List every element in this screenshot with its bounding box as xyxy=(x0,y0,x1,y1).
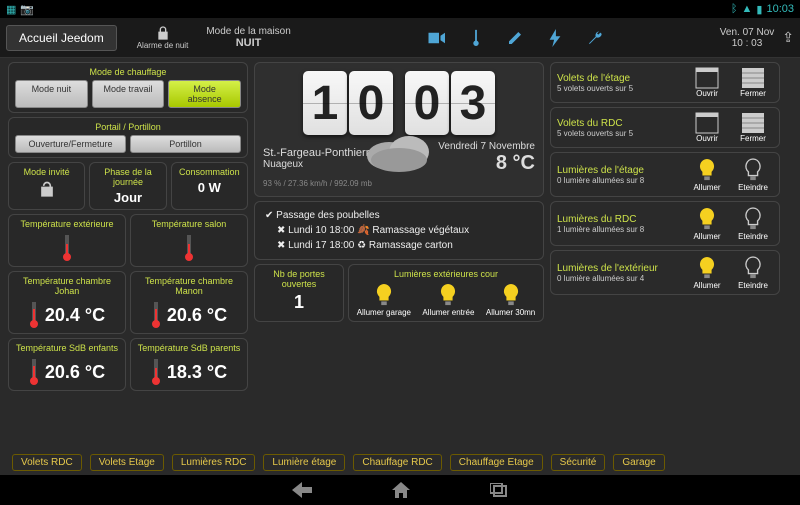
temp-sdb-enfants-box: Température SdB enfants 20.6 °C xyxy=(8,338,126,391)
panel-volets-etage: Volets de l'étage5 volets ouverts sur 5 … xyxy=(550,62,780,103)
lights-on-button[interactable]: Allumer xyxy=(687,206,727,241)
shutter-open-button[interactable]: Ouvrir xyxy=(687,67,727,98)
light-entree-button[interactable]: Allumer entrée xyxy=(422,282,474,317)
tab-volets-rdc[interactable]: Volets RDC xyxy=(12,454,82,471)
temp-manon-box: Température chambre Manon 20.6 °C xyxy=(130,271,248,334)
guest-mode-box[interactable]: Mode invité xyxy=(8,162,85,210)
tab-chauffage-rdc[interactable]: Chauffage RDC xyxy=(353,454,441,471)
recent-icon[interactable] xyxy=(490,483,508,497)
panel-lumieres-ext: Lumières de l'extérieur0 lumière allumée… xyxy=(550,250,780,295)
thermometer-icon xyxy=(62,234,72,262)
thermometer-icon xyxy=(29,358,39,386)
thermometer-icon xyxy=(151,358,161,386)
camera-header-icon[interactable] xyxy=(427,31,445,45)
home-label[interactable]: Accueil Jeedom xyxy=(6,25,117,51)
tab-lumiere-etage[interactable]: Lumière étage xyxy=(263,454,345,471)
light-30mn-button[interactable]: Allumer 30mn xyxy=(486,282,535,317)
tab-chauffage-etage[interactable]: Chauffage Etage xyxy=(450,454,543,471)
wrench-header-icon[interactable] xyxy=(587,30,603,46)
tab-lumieres-rdc[interactable]: Lumières RDC xyxy=(172,454,256,471)
app-header: Accueil Jeedom Alarme de nuit Mode de la… xyxy=(0,18,800,58)
alarm-indicator[interactable]: Alarme de nuit xyxy=(137,25,189,50)
lights-off-button[interactable]: Eteindre xyxy=(733,157,773,192)
lights-on-button[interactable]: Allumer xyxy=(687,157,727,192)
open-doors-box: Nb de portes ouvertes 1 xyxy=(254,264,344,322)
day-phase-box: Phase de la journée Jour xyxy=(89,162,166,210)
status-time: 10:03 xyxy=(766,3,794,15)
panel-lumieres-etage: Lumières de l'étage0 lumière allumées su… xyxy=(550,152,780,197)
heating-away-button[interactable]: Mode absence xyxy=(168,80,241,108)
panel-lumieres-rdc: Lumières du RDC1 lumière allumées sur 8 … xyxy=(550,201,780,246)
thermometer-icon xyxy=(184,234,194,262)
back-icon[interactable] xyxy=(292,482,312,498)
clock-h1: 1 xyxy=(303,71,347,135)
heating-mode-box: Mode de chauffage Mode nuit Mode travail… xyxy=(8,62,248,113)
wifi-icon: ▲ xyxy=(742,3,753,15)
clock-weather-widget: 1 0 0 3 St.-Fargeau-Ponthierry Nuageux V… xyxy=(254,62,544,197)
light-garage-button[interactable]: Allumer garage xyxy=(357,282,411,317)
bottom-tabs: Volets RDC Volets Etage Lumières RDC Lum… xyxy=(0,450,800,475)
share-icon[interactable]: ⇪ xyxy=(782,29,794,46)
heating-night-button[interactable]: Mode nuit xyxy=(15,80,88,108)
temp-johan-box: Température chambre Johan 20.4 °C xyxy=(8,271,126,334)
panel-volets-rdc: Volets du RDC5 volets ouverts sur 5 Ouvr… xyxy=(550,107,780,148)
camera-icon: 📷 xyxy=(20,3,34,16)
notification-icon: ▦ xyxy=(6,3,16,16)
shutter-close-button[interactable]: Fermer xyxy=(733,67,773,98)
android-status-bar: ▦ 📷 ᛒ ▲ ▮ 10:03 xyxy=(0,0,800,18)
header-date: Ven. 07 Nov 10 : 03 xyxy=(720,27,774,49)
cloud-icon xyxy=(359,126,439,176)
house-mode: Mode de la maison NUIT xyxy=(206,26,291,49)
edit-header-icon[interactable] xyxy=(507,30,523,46)
lights-off-button[interactable]: Eteindre xyxy=(733,206,773,241)
bluetooth-icon: ᛒ xyxy=(731,3,738,15)
home-icon[interactable] xyxy=(392,482,410,498)
tab-securite[interactable]: Sécurité xyxy=(551,454,606,471)
thermometer-header-icon[interactable] xyxy=(471,29,481,47)
unlock-icon xyxy=(37,180,57,200)
shutter-close-button[interactable]: Fermer xyxy=(733,112,773,143)
gate-toggle-button[interactable]: Ouverture/Fermeture xyxy=(15,135,126,153)
temp-salon-box: Température salon xyxy=(130,214,248,267)
temp-exterior-box: Température extérieure xyxy=(8,214,126,267)
thermometer-icon xyxy=(29,301,39,329)
unlock-icon xyxy=(155,25,171,41)
portillon-button[interactable]: Portillon xyxy=(130,135,241,153)
battery-icon: ▮ xyxy=(756,3,762,16)
heating-work-button[interactable]: Mode travail xyxy=(92,80,165,108)
bolt-header-icon[interactable] xyxy=(549,29,561,47)
trash-schedule-box: ✔ Passage des poubelles ✖ Lundi 10 18:00… xyxy=(254,201,544,260)
shutter-open-button[interactable]: Ouvrir xyxy=(687,112,727,143)
temp-sdb-parents-box: Température SdB parents 18.3 °C xyxy=(130,338,248,391)
tab-volets-etage[interactable]: Volets Etage xyxy=(90,454,164,471)
lights-on-button[interactable]: Allumer xyxy=(687,255,727,290)
tab-garage[interactable]: Garage xyxy=(613,454,664,471)
clock-m2: 3 xyxy=(451,71,495,135)
yard-lights-box: Lumières extérieures cour Allumer garage… xyxy=(348,264,544,322)
lights-off-button[interactable]: Eteindre xyxy=(733,255,773,290)
thermometer-icon xyxy=(151,301,161,329)
gate-box: Portail / Portillon Ouverture/Fermeture … xyxy=(8,117,248,158)
consumption-box: Consommation 0 W xyxy=(171,162,248,210)
android-nav-bar xyxy=(0,475,800,505)
